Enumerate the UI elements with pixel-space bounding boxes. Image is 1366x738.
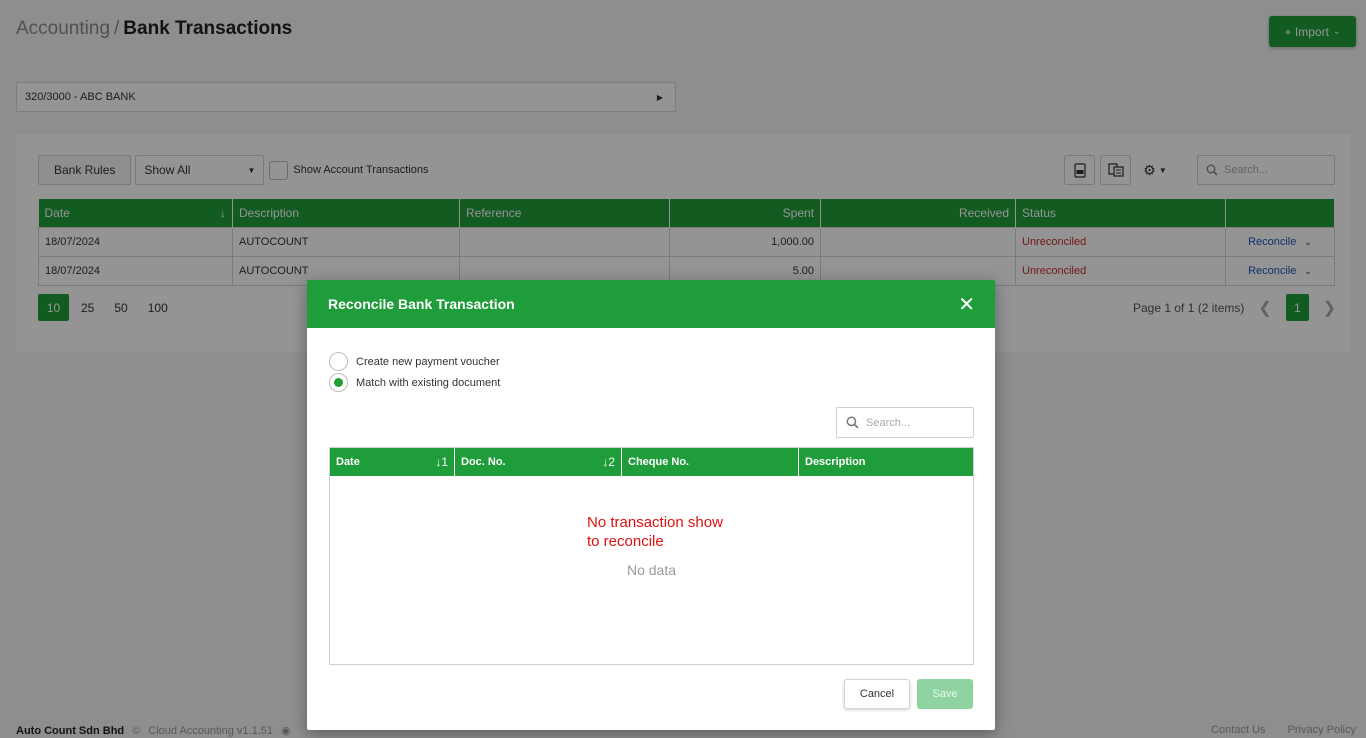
annotation-line-2: to reconcile bbox=[587, 533, 664, 550]
search-icon bbox=[846, 416, 859, 429]
empty-state-text: No data bbox=[626, 562, 677, 578]
annotation-note: No transaction show to reconcile bbox=[587, 513, 723, 551]
sort-desc-icon: ↓2 bbox=[602, 455, 615, 469]
sort-desc-icon: ↓1 bbox=[435, 455, 448, 469]
reconcile-dialog: Reconcile Bank Transaction ✕ Create new … bbox=[307, 280, 995, 730]
close-icon[interactable]: ✕ bbox=[958, 292, 975, 317]
column-header-date[interactable]: Date ↓1 bbox=[330, 448, 455, 476]
column-header-doc-no[interactable]: Doc. No. ↓2 bbox=[455, 448, 622, 476]
dialog-title: Reconcile Bank Transaction bbox=[328, 296, 515, 312]
documents-table: Date ↓1 Doc. No. ↓2 Cheque No. Description bbox=[329, 447, 974, 665]
column-header-cheque-no[interactable]: Cheque No. bbox=[622, 448, 799, 476]
radio-create-voucher[interactable] bbox=[329, 352, 348, 371]
annotation-line-1: No transaction show bbox=[587, 514, 723, 531]
cancel-button[interactable]: Cancel bbox=[844, 679, 910, 709]
option-create-voucher-label: Create new payment voucher bbox=[356, 355, 500, 368]
option-create-voucher[interactable]: Create new payment voucher bbox=[329, 352, 500, 371]
document-search-input[interactable]: Search... bbox=[836, 407, 974, 438]
dialog-footer: Cancel Save bbox=[844, 679, 973, 709]
option-match-document-label: Match with existing document bbox=[356, 376, 501, 389]
option-match-document[interactable]: Match with existing document bbox=[329, 373, 500, 392]
save-button[interactable]: Save bbox=[917, 679, 973, 709]
radio-match-document[interactable] bbox=[329, 373, 348, 392]
document-search-placeholder: Search... bbox=[866, 416, 911, 429]
documents-table-header: Date ↓1 Doc. No. ↓2 Cheque No. Description bbox=[330, 448, 973, 476]
column-header-description[interactable]: Description bbox=[799, 448, 973, 476]
dialog-header: Reconcile Bank Transaction ✕ bbox=[307, 280, 995, 328]
